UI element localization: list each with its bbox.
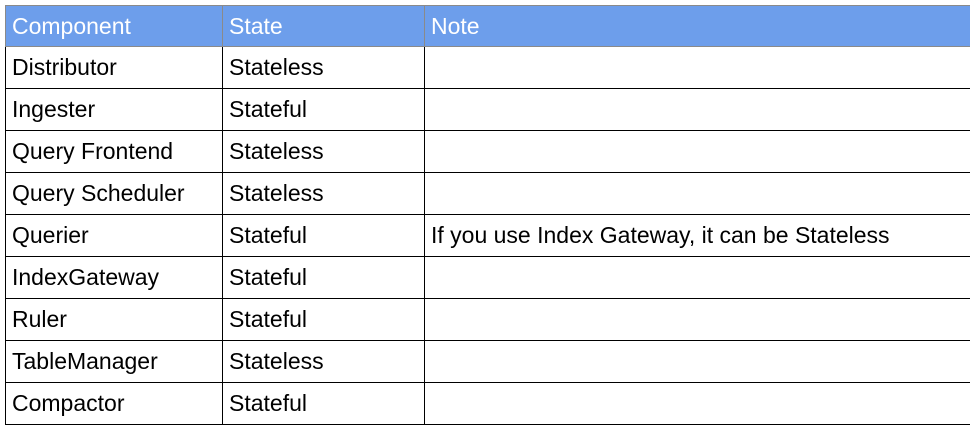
table-row: TableManager Stateless bbox=[6, 341, 970, 383]
cell-state[interactable]: Stateless bbox=[223, 47, 425, 89]
cell-note[interactable] bbox=[425, 173, 970, 215]
header-state[interactable]: State bbox=[223, 6, 425, 47]
component-state-table: Component State Note Distributor Statele… bbox=[5, 5, 970, 425]
cell-state[interactable]: Stateless bbox=[223, 173, 425, 215]
cell-note[interactable] bbox=[425, 299, 970, 341]
cell-component[interactable]: TableManager bbox=[6, 341, 223, 383]
cell-component[interactable]: Ingester bbox=[6, 89, 223, 131]
cell-note[interactable] bbox=[425, 47, 970, 89]
table-row: Ingester Stateful bbox=[6, 89, 970, 131]
cell-component[interactable]: Query Scheduler bbox=[6, 173, 223, 215]
cell-component[interactable]: Ruler bbox=[6, 299, 223, 341]
cell-component[interactable]: Compactor bbox=[6, 383, 223, 425]
table-row: Query Frontend Stateless bbox=[6, 131, 970, 173]
spreadsheet: Component State Note Distributor Statele… bbox=[5, 5, 970, 425]
cell-state[interactable]: Stateful bbox=[223, 89, 425, 131]
cell-state[interactable]: Stateless bbox=[223, 341, 425, 383]
cell-state[interactable]: Stateful bbox=[223, 383, 425, 425]
cell-state[interactable]: Stateful bbox=[223, 299, 425, 341]
cell-note[interactable] bbox=[425, 131, 970, 173]
cell-component[interactable]: IndexGateway bbox=[6, 257, 223, 299]
cell-note[interactable] bbox=[425, 89, 970, 131]
table-row: IndexGateway Stateful bbox=[6, 257, 970, 299]
header-note[interactable]: Note bbox=[425, 6, 970, 47]
cell-note[interactable]: If you use Index Gateway, it can be Stat… bbox=[425, 215, 970, 257]
table-row: Distributor Stateless bbox=[6, 47, 970, 89]
table-row: Compactor Stateful bbox=[6, 383, 970, 425]
header-row: Component State Note bbox=[6, 6, 970, 47]
cell-component[interactable]: Distributor bbox=[6, 47, 223, 89]
cell-component[interactable]: Querier bbox=[6, 215, 223, 257]
cell-note[interactable] bbox=[425, 257, 970, 299]
cell-state[interactable]: Stateful bbox=[223, 215, 425, 257]
cell-note[interactable] bbox=[425, 341, 970, 383]
table-row: Query Scheduler Stateless bbox=[6, 173, 970, 215]
cell-component[interactable]: Query Frontend bbox=[6, 131, 223, 173]
table-row: Querier Stateful If you use Index Gatewa… bbox=[6, 215, 970, 257]
table-row: Ruler Stateful bbox=[6, 299, 970, 341]
header-component[interactable]: Component bbox=[6, 6, 223, 47]
cell-state[interactable]: Stateful bbox=[223, 257, 425, 299]
cell-note[interactable] bbox=[425, 383, 970, 425]
cell-state[interactable]: Stateless bbox=[223, 131, 425, 173]
